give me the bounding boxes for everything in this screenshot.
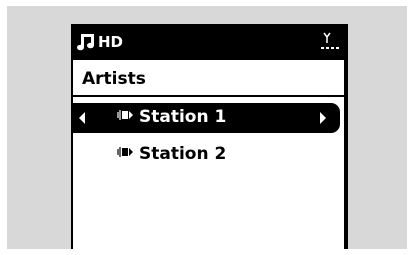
display-screen: HD Artists Station 1 Station 2: [71, 24, 348, 249]
status-bar: HD: [71, 24, 348, 60]
source-label: HD: [98, 33, 124, 51]
music-note-icon: [77, 34, 94, 51]
list-item-label: Station 2: [139, 144, 227, 164]
radio-station-icon: [117, 110, 133, 120]
radio-station-icon: [117, 147, 133, 157]
antenna-signal-icon: [321, 32, 339, 49]
list-item-label: Station 1: [139, 107, 227, 127]
list-view: Artists Station 1 Station 2: [73, 60, 344, 249]
arrow-left-icon[interactable]: [79, 112, 85, 124]
list-title: Artists: [82, 69, 146, 89]
list-item-station-2[interactable]: Station 2: [73, 140, 344, 170]
arrow-right-icon[interactable]: [320, 112, 326, 124]
list-item-station-1[interactable]: Station 1: [73, 103, 340, 133]
title-divider: [73, 95, 344, 97]
